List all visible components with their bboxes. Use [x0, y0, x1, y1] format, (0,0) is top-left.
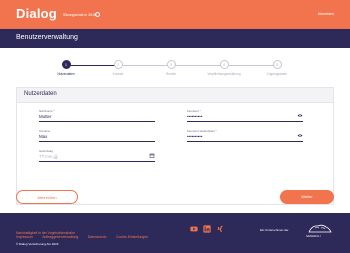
footer-link-nachhaltigkeit[interactable]: Nachhaltigkeit in der Vogelschiessbahn — [16, 231, 75, 235]
page-title: Benutzerverwaltung — [16, 34, 78, 41]
generali-lion-logo-icon — [308, 224, 332, 233]
youtube-icon[interactable] — [190, 225, 198, 233]
step-label: Nutzerdaten — [57, 72, 75, 76]
step-rechte: 3 Rechte — [151, 60, 191, 76]
step-number: 5 — [272, 60, 282, 69]
title-bar: Benutzerverwaltung — [0, 29, 350, 48]
partner-name: GENERALI — [306, 235, 321, 238]
step-nutzerdaten[interactable]: 1 Nutzerdaten — [46, 60, 86, 76]
step-kontakt: 2 Kontakt — [98, 60, 138, 76]
step-number: 1 — [61, 60, 71, 69]
geburtstag-label: Geburtstag — [39, 149, 53, 153]
linkedin-icon[interactable] — [203, 225, 211, 233]
step-number: 4 — [219, 60, 229, 69]
session-timer: Sitzungsende in 30:00 — [63, 13, 97, 17]
step-label: Zugangsdaten — [266, 72, 288, 76]
copyright-text: © Dialog Versicherung AG 2023 — [16, 242, 59, 246]
vorname-value[interactable]: Max — [39, 134, 47, 139]
footer-link-datenschutz[interactable]: Datenschutz — [88, 235, 107, 239]
progress-stepper: 1 Nutzerdaten 2 Kontakt 3 Rechte 4 Verpf… — [0, 48, 350, 86]
step-label: Rechte — [165, 72, 177, 76]
dialog-logo[interactable]: Dialog — [16, 6, 57, 21]
section-title: Nutzerdaten — [24, 91, 57, 97]
kennwort-label: Kennwort * — [187, 109, 201, 113]
step-label: Kontakt — [112, 72, 124, 76]
xing-icon[interactable] — [216, 225, 224, 233]
geburtstag-field[interactable]: Geburtstag TT.mm.jjjj — [39, 149, 155, 162]
footer: Impressum Auftraggeberverwaltung Datensc… — [0, 213, 350, 253]
step-number: 3 — [166, 60, 176, 69]
step-number: 2 — [113, 60, 123, 69]
footer-link-cookies[interactable]: Cookie-Einstellungen — [116, 235, 148, 239]
footer-link-auftraggeber[interactable]: Auftraggeberverwaltung — [42, 235, 78, 239]
kennwort-field[interactable]: Kennwort * •••••••••• — [187, 109, 303, 122]
refresh-session-icon[interactable] — [95, 12, 100, 17]
show-password-icon[interactable] — [297, 133, 303, 138]
nutzerdaten-section: Nutzerdaten Nachname * Mutter Vorname Ma… — [16, 87, 334, 205]
next-button[interactable]: Weiter — [280, 190, 334, 204]
kennwort-value[interactable]: •••••••••• — [187, 114, 202, 119]
step-verpflichtungserklaerung: 4 Verpflichtungserklärung — [204, 60, 244, 76]
vorname-label: Vorname — [39, 129, 51, 133]
kennwort-wiederholen-value[interactable]: •••••••••• — [187, 134, 202, 139]
kennwort-wiederholen-label: Kennwort wiederholen * — [187, 129, 217, 133]
top-header: Dialog Sitzungsende in 30:00 Abmelden — [0, 0, 350, 29]
step-zugangsdaten: 5 Zugangsdaten — [257, 60, 297, 76]
step-label: Verpflichtungserklärung — [207, 72, 241, 76]
kennwort-wiederholen-field[interactable]: Kennwort wiederholen * •••••••••• — [187, 129, 303, 142]
nachname-value[interactable]: Mutter — [39, 114, 51, 119]
section-header: Nutzerdaten — [17, 88, 333, 103]
vorname-field[interactable]: Vorname Max — [39, 129, 155, 142]
cancel-button[interactable]: Abbrechen — [16, 190, 78, 204]
nachname-field[interactable]: Nachname * Mutter — [39, 109, 155, 122]
logout-link[interactable]: Abmelden — [318, 12, 334, 16]
nachname-label: Nachname * — [39, 109, 55, 113]
calendar-icon[interactable] — [149, 153, 155, 158]
footer-link-impressum[interactable]: Impressum — [16, 235, 33, 239]
partner-text: Ein Unternehmen der — [260, 228, 289, 232]
show-password-icon[interactable] — [297, 113, 303, 118]
geburtstag-placeholder[interactable]: TT.mm.jjjj — [39, 154, 58, 159]
